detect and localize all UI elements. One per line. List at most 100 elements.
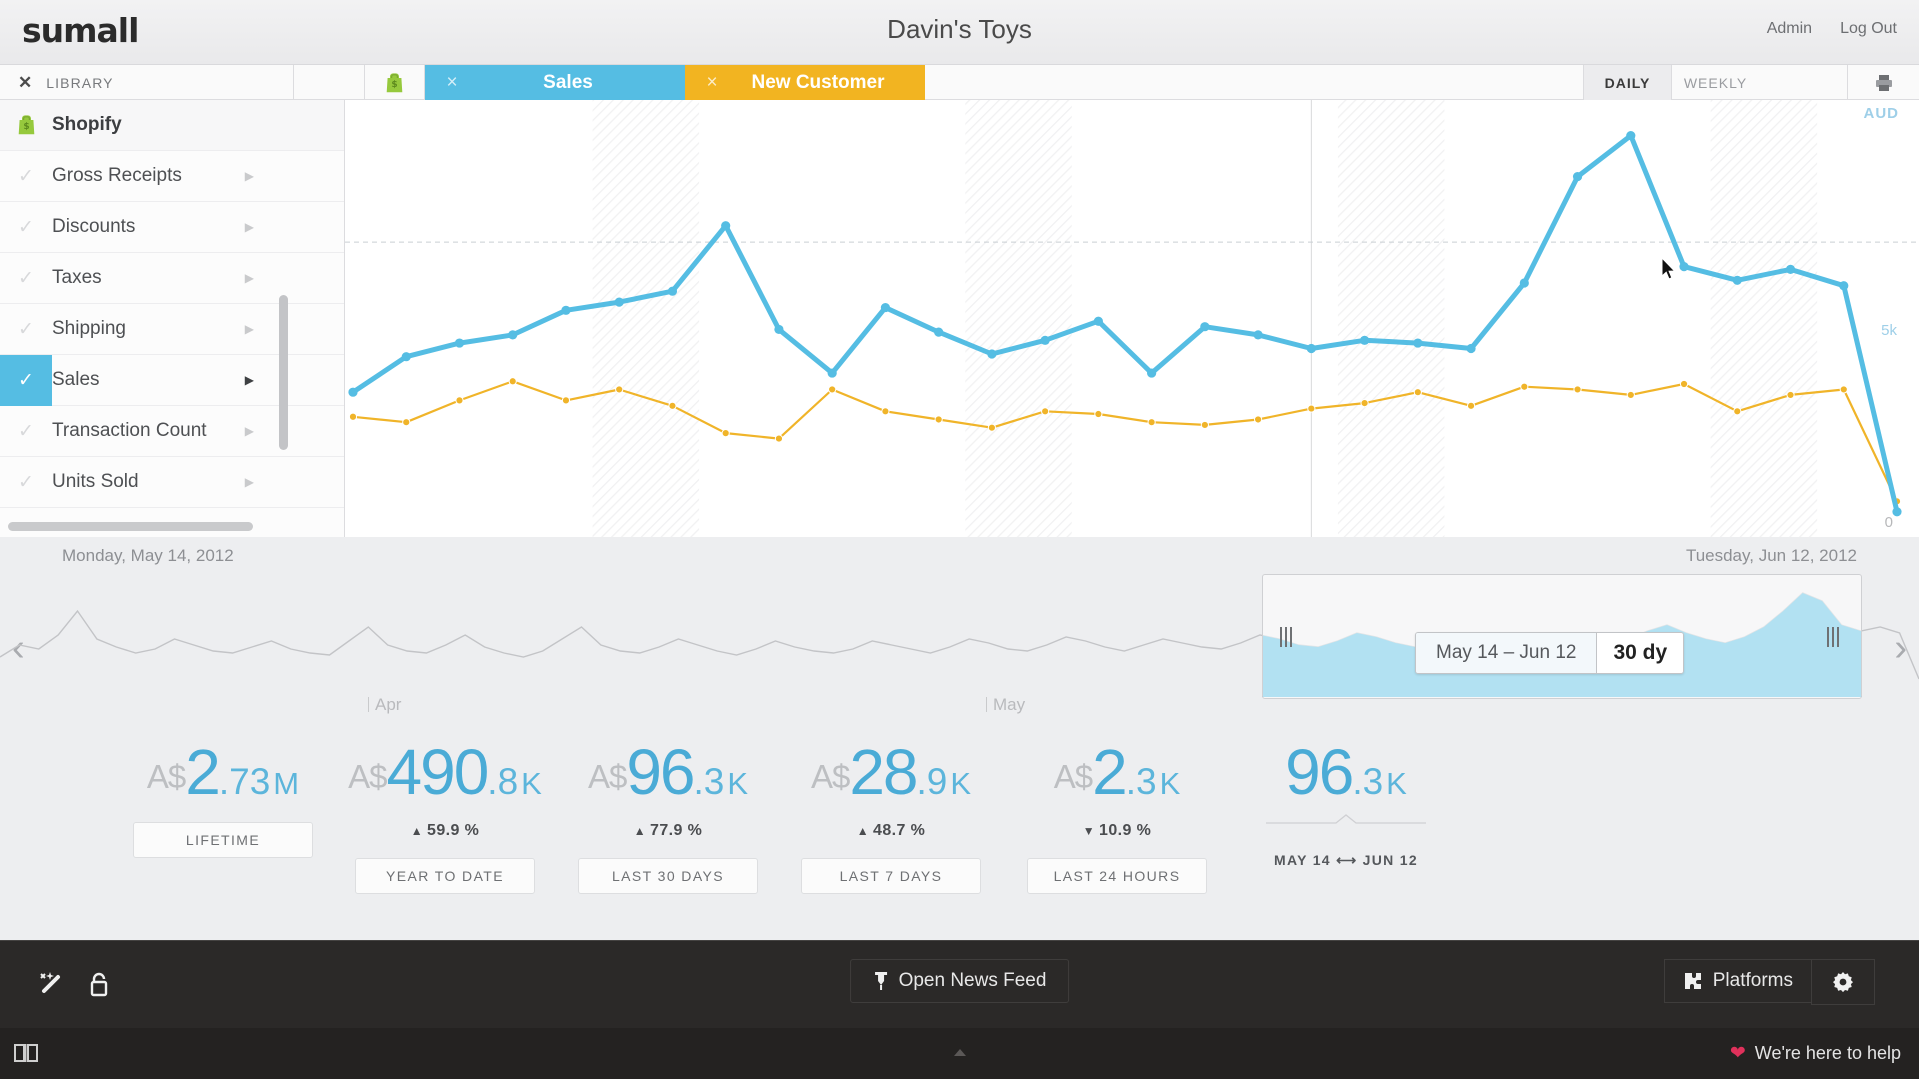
- sidebar-item-label: Gross Receipts: [52, 165, 182, 186]
- sidebar-item-gross-receipts[interactable]: ✓ Gross Receipts ▶: [0, 151, 344, 202]
- chevron-right-icon[interactable]: ▶: [245, 475, 254, 489]
- tab-close-icon[interactable]: ×: [425, 72, 479, 94]
- sidebar-source-shopify[interactable]: $ Shopify: [0, 100, 344, 151]
- platforms-button[interactable]: Platforms: [1663, 959, 1811, 1003]
- stat-delta: ▲ 77.9 %: [633, 822, 703, 839]
- check-icon[interactable]: ✓: [0, 304, 52, 355]
- drag-handle-left[interactable]: [1280, 627, 1296, 649]
- sidebar-item-label: Transaction Count: [52, 420, 207, 441]
- check-icon[interactable]: ✓: [0, 202, 52, 253]
- shopify-bag-icon: $: [386, 72, 403, 92]
- chevron-right-icon[interactable]: ▶: [245, 322, 254, 336]
- sidebar-item-discounts[interactable]: ✓ Discounts ▶: [0, 202, 344, 253]
- sidebar-vertical-scrollbar[interactable]: [279, 295, 288, 450]
- check-icon[interactable]: ✓: [0, 457, 52, 508]
- puzzle-icon: [1684, 973, 1701, 989]
- stat-currency: A$: [1053, 758, 1093, 795]
- chevron-right-icon[interactable]: ▶: [245, 424, 254, 438]
- arrows-icon: ⟷: [1336, 852, 1358, 868]
- check-icon[interactable]: ✓: [0, 406, 52, 457]
- heart-icon: ❤: [1729, 1043, 1746, 1064]
- mouse-cursor: [1661, 258, 1676, 280]
- stat-selected-range: 96.3K MAY 14 ⟷ JUN 12: [1232, 740, 1460, 869]
- range-selector-pill[interactable]: May 14 – Jun 12 30 dy: [1415, 632, 1685, 674]
- stat-currency: A$: [810, 758, 850, 795]
- stat-delta: ▼ 10.9 %: [1082, 822, 1152, 839]
- check-icon[interactable]: ✓: [0, 354, 52, 406]
- stat-number: 28: [849, 736, 918, 808]
- tab-sales[interactable]: × Sales: [425, 65, 685, 100]
- range-dates-label[interactable]: May 14 – Jun 12: [1416, 633, 1597, 673]
- sidebar-item-taxes[interactable]: ✓ Taxes ▶: [0, 253, 344, 304]
- chevron-right-icon[interactable]: ▶: [245, 373, 254, 387]
- admin-link[interactable]: Admin: [1767, 20, 1812, 38]
- stat-delta: ▲ 59.9 %: [410, 822, 480, 839]
- stat-lifetime: A$2.73M LIFETIME: [112, 740, 334, 858]
- range-to: JUN 12: [1362, 852, 1418, 868]
- logout-link[interactable]: Log Out: [1840, 20, 1897, 38]
- sidebar-item-units-sold[interactable]: ✓ Units Sold ▶: [0, 457, 344, 508]
- granularity-daily[interactable]: DAILY: [1583, 65, 1671, 100]
- help-link[interactable]: ❤ We're here to help: [1730, 1042, 1901, 1065]
- range-duration-label[interactable]: 30 dy: [1596, 633, 1684, 673]
- granularity-toggle: DAILY WEEKLY: [1583, 65, 1759, 100]
- range-start-date: Monday, May 14, 2012: [62, 546, 234, 565]
- stat-unit: K: [1159, 766, 1181, 801]
- lock-icon[interactable]: [86, 969, 112, 999]
- tab-close-icon[interactable]: ×: [685, 72, 739, 94]
- stat-period-button[interactable]: YEAR TO DATE: [355, 858, 535, 894]
- weekend-bands: [592, 100, 1818, 537]
- stat-period-button[interactable]: LIFETIME: [133, 822, 313, 858]
- chevron-right-icon[interactable]: ▶: [245, 220, 254, 234]
- timeline-month-may: May: [986, 695, 1025, 715]
- open-news-feed-button[interactable]: Open News Feed: [849, 959, 1070, 1003]
- check-icon[interactable]: ✓: [0, 151, 52, 202]
- stat-value: A$96.3K: [557, 740, 779, 804]
- stat-fraction: .3: [693, 761, 725, 802]
- chart-canvas[interactable]: [345, 100, 1919, 537]
- sidebar-item-label: Taxes: [52, 267, 102, 288]
- triangle-up-icon: ▲: [410, 824, 424, 838]
- library-sidebar[interactable]: $ Shopify ✓ Gross Receipts ▶ ✓ Discounts…: [0, 100, 345, 537]
- settings-button[interactable]: [1811, 959, 1875, 1005]
- sidebar-item-shipping[interactable]: ✓ Shipping ▶: [0, 304, 344, 355]
- stat-period-button[interactable]: LAST 30 DAYS: [578, 858, 758, 894]
- chevron-right-icon[interactable]: ▶: [245, 169, 254, 183]
- stat-fraction: .73: [218, 761, 271, 802]
- stat-period-button[interactable]: LAST 24 HOURS: [1027, 858, 1207, 894]
- chevron-right-icon[interactable]: ▶: [245, 271, 254, 285]
- sidebar-item-sales[interactable]: ✓ Sales ▶: [0, 354, 344, 406]
- collapse-caret-icon[interactable]: [953, 1048, 967, 1057]
- stats-row: A$2.73M LIFETIME A$490.8K ▲ 59.9 % YEAR T…: [0, 740, 1919, 920]
- sidebar-item-label: Sales: [52, 369, 100, 390]
- currency-label: AUD: [1863, 105, 1899, 122]
- book-icon[interactable]: [14, 1042, 38, 1064]
- shopify-source-chip[interactable]: $: [365, 65, 425, 100]
- library-toggle[interactable]: ✕ LIBRARY: [18, 65, 114, 100]
- stat-unit: K: [521, 766, 542, 801]
- stat-range-label: MAY 14 ⟷ JUN 12: [1232, 852, 1460, 869]
- close-icon: ✕: [18, 72, 33, 92]
- magic-wand-icon[interactable]: [36, 969, 66, 999]
- triangle-up-icon: ▲: [633, 824, 647, 838]
- tab-new-customer[interactable]: × New Customer: [685, 65, 925, 100]
- stat-year-to-date: A$490.8K ▲ 59.9 % YEAR TO DATE: [334, 740, 556, 894]
- timeline-month-apr: Apr: [368, 695, 401, 715]
- stat-currency: A$: [348, 758, 387, 795]
- sidebar-item-transaction-count[interactable]: ✓ Transaction Count ▶: [0, 406, 344, 457]
- stat-value: A$28.9K: [780, 740, 1002, 804]
- svg-text:$: $: [23, 122, 29, 132]
- sidebar-item-label: Discounts: [52, 216, 136, 237]
- status-bar: ❤ We're here to help: [0, 1028, 1919, 1079]
- library-label: LIBRARY: [46, 74, 114, 91]
- top-bar: sumall Davin's Toys Admin Log Out: [0, 0, 1919, 65]
- stat-period-button[interactable]: LAST 7 DAYS: [801, 858, 981, 894]
- news-feed-label: Open News Feed: [898, 970, 1047, 991]
- granularity-weekly[interactable]: WEEKLY: [1671, 65, 1759, 100]
- sidebar-horizontal-scrollbar[interactable]: [8, 522, 253, 531]
- main-chart[interactable]: AUD 5k 0: [345, 100, 1919, 537]
- print-button[interactable]: [1847, 65, 1919, 100]
- check-icon[interactable]: ✓: [0, 253, 52, 304]
- drag-handle-right[interactable]: [1827, 627, 1843, 649]
- stat-unit: M: [273, 766, 300, 801]
